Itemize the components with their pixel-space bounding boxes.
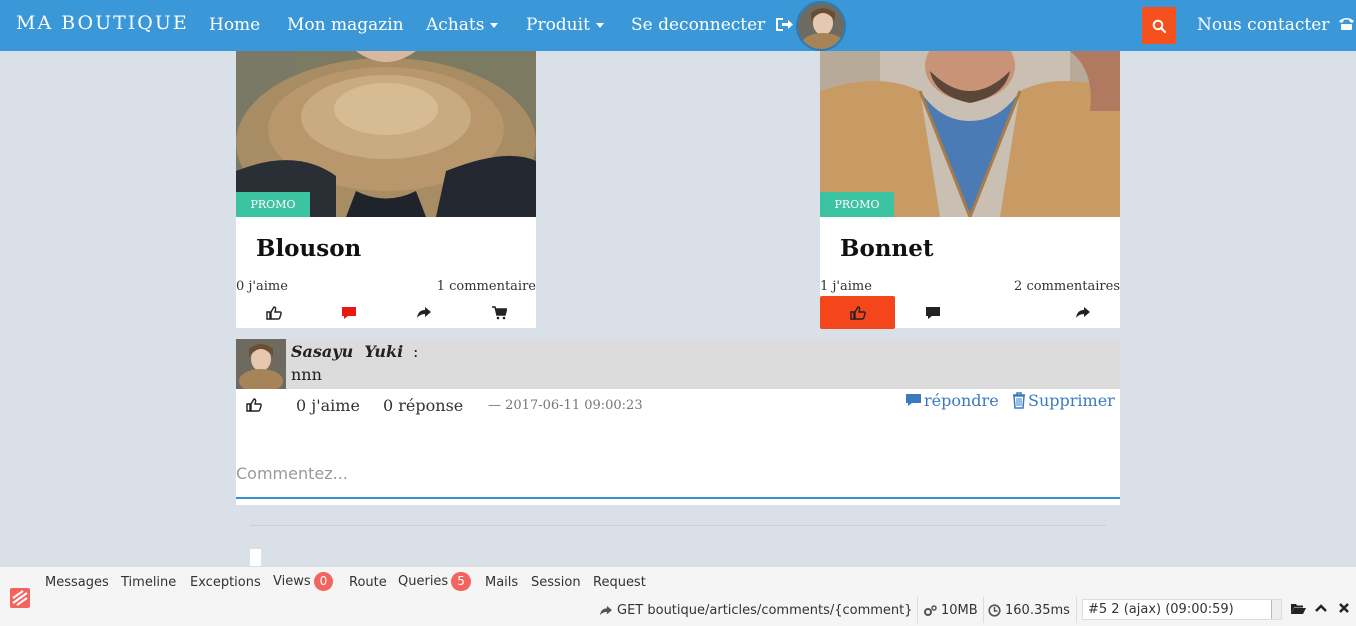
- product-title[interactable]: Blouson: [256, 235, 361, 262]
- reply-label: répondre: [924, 391, 999, 410]
- delete-label: Supprimer: [1028, 391, 1115, 410]
- folder-open-icon[interactable]: [1290, 602, 1306, 619]
- debug-memory-label: 10MB: [941, 603, 978, 618]
- comment-like-button[interactable]: [246, 397, 262, 416]
- debug-tab-request[interactable]: Request: [593, 575, 646, 590]
- comments-count[interactable]: 1 commentaire: [437, 279, 536, 294]
- thumbs-up-icon: [246, 398, 262, 412]
- phone-icon: [1338, 18, 1354, 30]
- chevron-up-icon[interactable]: [1314, 602, 1328, 618]
- like-button[interactable]: [820, 296, 895, 329]
- debug-tab-messages[interactable]: Messages: [45, 575, 109, 590]
- small-element: [250, 549, 261, 566]
- comment-likes: 0 j'aime: [296, 396, 360, 415]
- caret-down-icon: [595, 23, 604, 28]
- request-select-value: #5 2 (ajax) (09:00:59): [1088, 602, 1234, 617]
- comment-avatar[interactable]: [236, 339, 286, 389]
- cart-button[interactable]: [461, 296, 536, 329]
- request-select[interactable]: #5 2 (ajax) (09:00:59): [1082, 599, 1282, 620]
- comment-text: nnn: [291, 365, 322, 384]
- search-icon: [1152, 19, 1166, 33]
- top-navbar: MA BOUTIQUE Home Mon magazin Achats Prod…: [0, 0, 1356, 51]
- comment-replies[interactable]: 0 réponse: [383, 396, 463, 415]
- trash-icon: [1013, 392, 1025, 409]
- cogs-icon: [924, 604, 937, 616]
- like-button[interactable]: [236, 296, 311, 329]
- comment-input[interactable]: [236, 449, 1120, 499]
- debug-tab-queries[interactable]: Queries 5: [398, 572, 471, 591]
- nav-produit-dropdown[interactable]: Produit: [526, 15, 604, 35]
- comment-button[interactable]: [311, 296, 386, 329]
- nav-contact-label: Nous contacter: [1197, 15, 1330, 35]
- thumbs-up-icon: [265, 305, 282, 320]
- product-title[interactable]: Bonnet: [840, 235, 933, 262]
- debug-tab-queries-label: Queries: [398, 574, 449, 589]
- nav-home[interactable]: Home: [209, 15, 260, 35]
- debug-tab-exceptions[interactable]: Exceptions: [190, 575, 261, 590]
- comment-button[interactable]: [895, 296, 970, 329]
- debug-tab-mails[interactable]: Mails: [485, 575, 518, 590]
- thumbs-up-icon: [849, 305, 866, 320]
- debug-route-info: GET boutique/articles/comments/{comment}: [599, 603, 913, 618]
- nav-produit-label: Produit: [526, 15, 590, 35]
- reply-button[interactable]: répondre: [905, 391, 999, 410]
- debug-bar: Messages Timeline Exceptions Views 0 Rout…: [0, 566, 1356, 626]
- nav-logout[interactable]: Se deconnecter: [631, 15, 793, 35]
- caret-down-icon: [490, 23, 499, 28]
- comments-count[interactable]: 2 commentaires: [1014, 279, 1120, 294]
- promo-badge: PROMO: [820, 192, 894, 217]
- comment-colon: :: [413, 342, 419, 361]
- chevron-down-icon: [1271, 600, 1281, 619]
- likes-count: 0 j'aime: [236, 279, 288, 294]
- user-avatar[interactable]: [796, 1, 846, 51]
- nav-contact[interactable]: Nous contacter: [1197, 15, 1355, 35]
- debug-tab-route[interactable]: Route: [349, 575, 387, 590]
- share-button[interactable]: [1045, 296, 1120, 329]
- nav-achats-label: Achats: [426, 15, 485, 35]
- share-icon: [600, 605, 612, 615]
- comment-icon: [341, 306, 356, 319]
- share-icon: [1075, 306, 1090, 318]
- debugbar-logo-icon[interactable]: [9, 587, 31, 609]
- queries-count-badge: 5: [451, 572, 471, 591]
- nav-mon-magazin[interactable]: Mon magazin: [287, 15, 404, 35]
- search-button[interactable]: [1142, 7, 1176, 44]
- product-card: PROMO Bonnet 1 j'aime 2 commentaires: [820, 51, 1120, 329]
- nav-achats-dropdown[interactable]: Achats: [426, 15, 499, 35]
- debug-route-label: GET boutique/articles/comments/{comment}: [617, 603, 913, 618]
- share-button[interactable]: [386, 296, 461, 329]
- debug-tab-views[interactable]: Views 0: [273, 572, 334, 591]
- brand-logo[interactable]: MA BOUTIQUE: [16, 12, 189, 34]
- shopping-cart-icon: [491, 305, 507, 319]
- logout-icon: [775, 18, 793, 31]
- debug-memory-info: 10MB: [923, 603, 978, 618]
- comment-icon: [925, 306, 940, 319]
- separator: [1076, 597, 1077, 623]
- clock-icon: [988, 604, 1001, 617]
- debug-tab-views-label: Views: [273, 574, 311, 589]
- product-card: PROMO Blouson 0 j'aime 1 commentaire: [236, 51, 536, 328]
- comment-date: — 2017-06-11 09:00:23: [488, 398, 643, 413]
- comment-author[interactable]: Sasayu Yuki: [291, 342, 403, 361]
- comment-item: Sasayu Yuki : nnn: [236, 339, 1120, 389]
- debug-tab-session[interactable]: Session: [531, 575, 581, 590]
- likes-count: 1 j'aime: [820, 279, 872, 294]
- views-count-badge: 0: [313, 572, 334, 591]
- comment-icon: [906, 394, 921, 406]
- promo-badge: PROMO: [236, 192, 310, 217]
- close-icon[interactable]: [1338, 602, 1350, 618]
- debug-tab-timeline[interactable]: Timeline: [121, 575, 176, 590]
- delete-button[interactable]: Supprimer: [1012, 391, 1115, 410]
- separator: [983, 597, 984, 623]
- divider: [250, 525, 1106, 526]
- debug-time-label: 160.35ms: [1005, 603, 1070, 618]
- debug-time-info: 160.35ms: [988, 603, 1070, 618]
- nav-logout-label: Se deconnecter: [631, 15, 766, 35]
- comment-footer: 0 j'aime 0 réponse — 2017-06-11 09:00:23…: [236, 389, 1120, 505]
- separator: [917, 597, 918, 623]
- share-icon: [416, 306, 431, 318]
